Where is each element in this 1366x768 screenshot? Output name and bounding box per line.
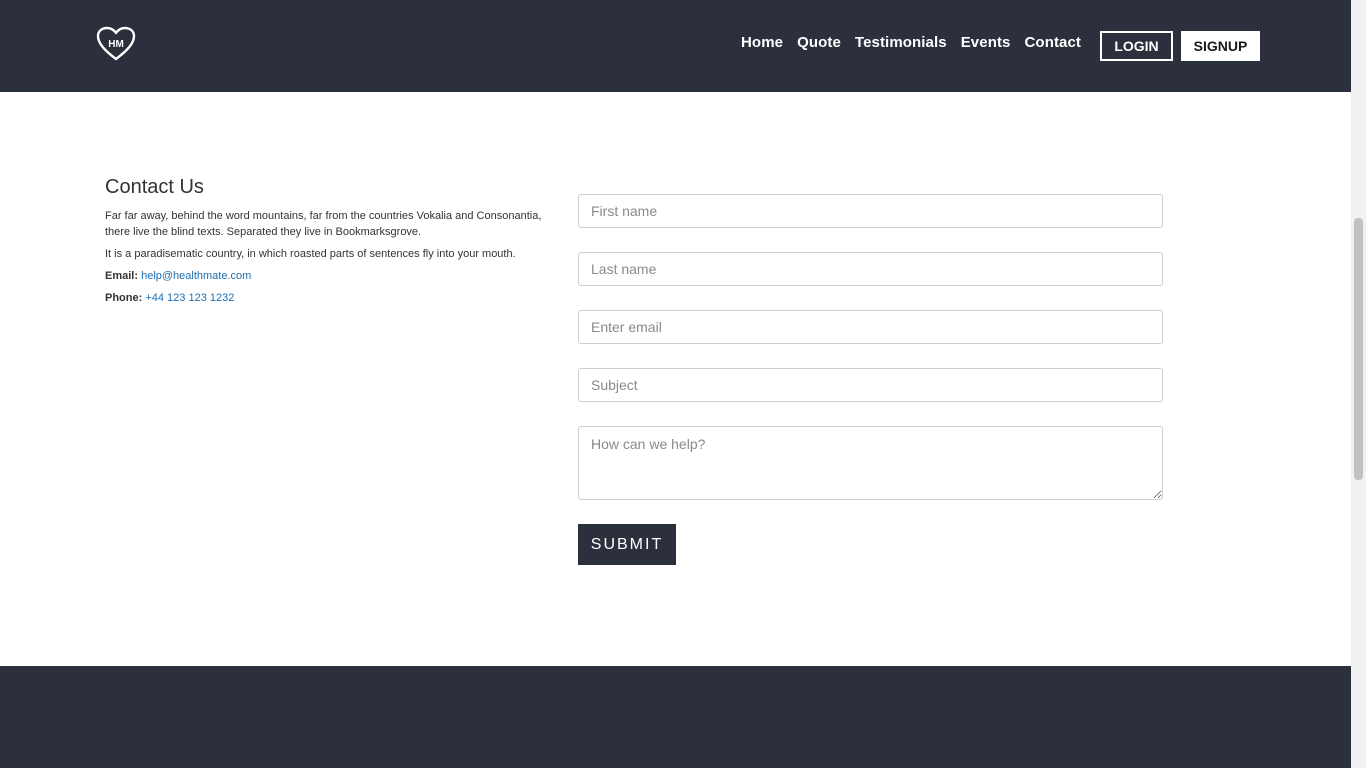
scrollbar-thumb[interactable] (1354, 218, 1363, 480)
heart-logo-icon: HM (96, 26, 136, 61)
svg-text:HM: HM (108, 39, 124, 50)
main-nav: Home Quote Testimonials Events Contact (741, 34, 1095, 51)
contact-email: Email: help@healthmate.com (105, 268, 550, 284)
first-name-input[interactable] (578, 194, 1163, 228)
submit-button[interactable]: SUBMIT (578, 524, 676, 565)
contact-paragraph-1: Far far away, behind the word mountains,… (105, 210, 542, 238)
contact-phone: Phone: +44 123 123 1232 (105, 290, 550, 306)
vertical-scrollbar[interactable] (1351, 0, 1366, 768)
contact-title: Contact Us (105, 176, 204, 198)
contact-form: SUBMIT (578, 194, 1163, 565)
nav-link-testimonials[interactable]: Testimonials (855, 34, 947, 51)
page: HM Home Quote Testimonials Events Contac… (0, 0, 1351, 768)
nav-link-events[interactable]: Events (961, 34, 1011, 51)
email-input[interactable] (578, 310, 1163, 344)
login-button[interactable]: LOGIN (1100, 31, 1173, 61)
phone-label: Phone: (105, 292, 143, 304)
email-link[interactable]: help@healthmate.com (141, 270, 251, 282)
phone-link[interactable]: +44 123 123 1232 (145, 292, 234, 304)
contact-info: Contact Us Far far away, behind the word… (105, 176, 550, 312)
email-label: Email: (105, 270, 139, 282)
footer (0, 666, 1351, 768)
nav-link-quote[interactable]: Quote (797, 34, 841, 51)
navbar: HM Home Quote Testimonials Events Contac… (0, 0, 1351, 92)
nav-link-home[interactable]: Home (741, 34, 783, 51)
subject-input[interactable] (578, 368, 1163, 402)
healthmate-logo[interactable]: HM (96, 26, 136, 62)
message-textarea[interactable] (578, 426, 1163, 500)
signup-button[interactable]: SIGNUP (1181, 31, 1260, 61)
nav-link-contact[interactable]: Contact (1025, 34, 1082, 51)
last-name-input[interactable] (578, 252, 1163, 286)
contact-paragraph-2: It is a paradisematic country, in which … (105, 248, 516, 260)
